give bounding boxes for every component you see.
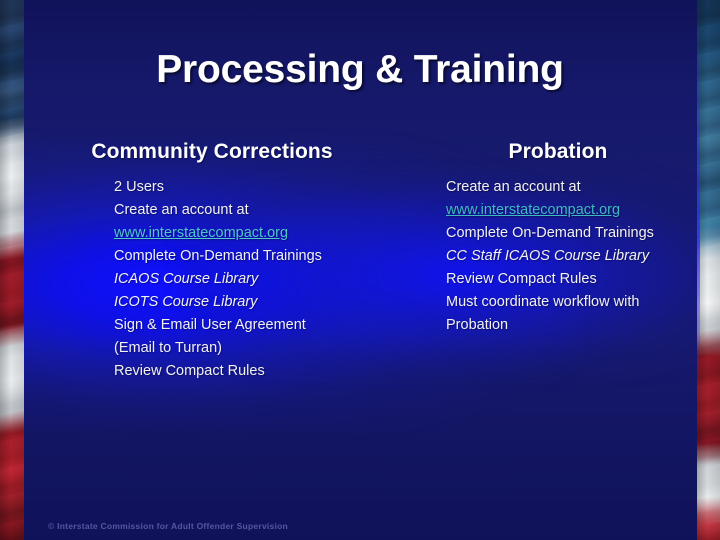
presentation-slide: Processing & Training Community Correcti… [0,0,720,540]
bullet-item: Review Compact Rules [446,271,597,287]
bullet-list-community-corrections: 2 Users Create an account at www.interstat… [40,176,390,383]
bullet-item: ICAOS Course Library [114,271,259,287]
column-community-corrections: Community Corrections 2 Users Create an a… [40,140,390,383]
bullet-item: ICOTS Course Library [114,294,258,310]
slide-title: Processing & Training [156,48,564,91]
bullet-item: Create an account at [114,202,249,218]
bullet-item: (Email to Turran) [114,340,222,356]
copyright-footer: © Interstate Commission for Adult Offend… [48,521,289,531]
bullet-link[interactable]: www.interstatecompact.org [446,199,698,222]
flag-shading-left [0,0,24,540]
american-flag-left-border [0,0,24,540]
bullet-item: 2 Users [114,179,164,195]
bullet-link[interactable]: www.interstatecompact.org [114,222,390,245]
column-probation: Probation Create an account at www.inters… [418,140,698,337]
bullet-item: Create an account at [446,179,581,195]
column-heading-community-corrections: Community Corrections [91,140,333,163]
bullet-item: Sign & Email User Agreement [114,317,306,333]
bullet-item: Complete On-Demand Trainings [114,248,322,264]
bullet-list-probation: Create an account at www.interstatecompac… [418,176,698,337]
flag-shading-right [697,0,720,540]
bullet-item: Must coordinate workflow with Probation [446,294,640,333]
bullet-item: Review Compact Rules [114,363,265,379]
bullet-item: Complete On-Demand Trainings [446,225,654,241]
column-heading-probation: Probation [508,140,608,163]
bullet-item: CC Staff ICAOS Course Library [446,248,650,264]
american-flag-right-border [697,0,720,540]
